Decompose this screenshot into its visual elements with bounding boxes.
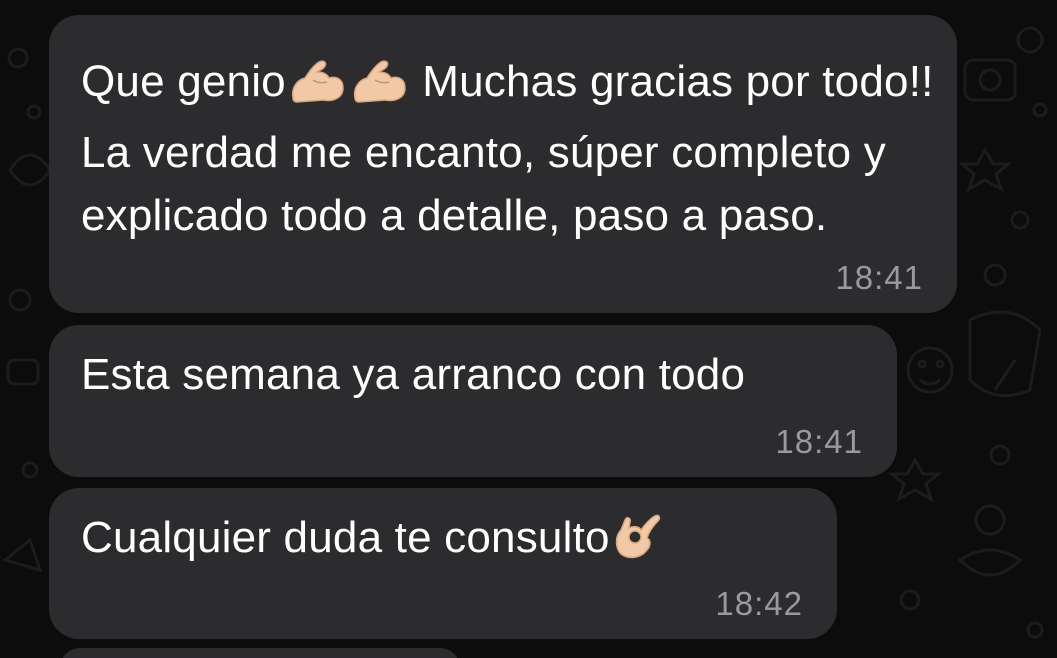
message-bubble[interactable]: Cualquier duda te consulto 18:42 [49,488,837,639]
message-bubble-partial[interactable] [60,648,460,658]
message-bubble[interactable]: Esta semana ya arranco con todo 18:41 [49,325,897,477]
message-text-part: Que genio [81,57,286,106]
message-text: Que genio Muchas gracias por todo!! La v… [81,50,941,247]
chat-view: Que genio Muchas gracias por todo!! La v… [0,0,1057,658]
flexed-biceps-icon [349,58,409,121]
flexed-biceps-icon [287,58,347,121]
message-timestamp: 18:42 [715,585,803,622]
message-text: Cualquier duda te consulto [81,506,664,577]
ok-hand-icon [611,510,663,577]
message-text: Esta semana ya arranco con todo [81,350,746,399]
message-timestamp: 18:41 [775,423,863,460]
message-text-part: Cualquier duda te consulto [81,513,610,562]
message-timestamp: 18:41 [835,259,923,296]
message-bubble[interactable]: Que genio Muchas gracias por todo!! La v… [49,15,957,313]
